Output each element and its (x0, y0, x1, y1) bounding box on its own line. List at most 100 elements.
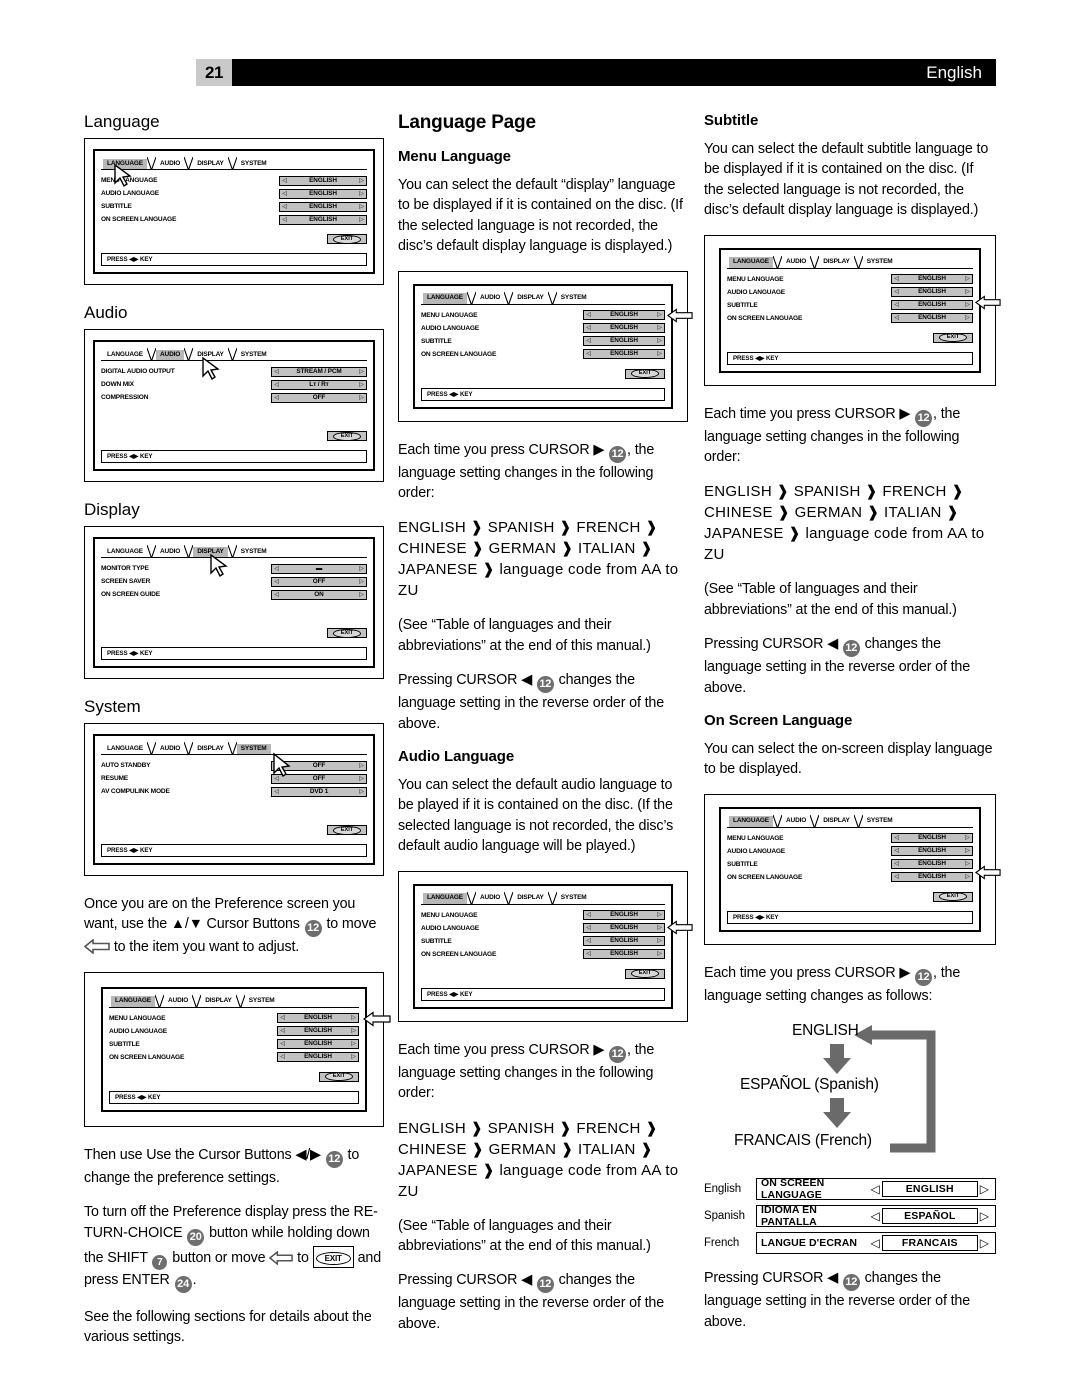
osd-row-field[interactable]: ◁ ENGLISH ▷ (279, 175, 367, 186)
osd-row-field[interactable]: ◁ ENGLISH ▷ (891, 287, 973, 298)
osd-row-field[interactable]: ◁ OFF ▷ (271, 760, 367, 771)
left-arrow-icon[interactable]: ◁ (273, 394, 280, 402)
left-arrow-icon[interactable]: ◁ (585, 950, 592, 958)
right-arrow-icon[interactable]: ▷ (978, 1210, 991, 1222)
right-arrow-icon[interactable]: ▷ (358, 591, 365, 599)
osd-exit-button[interactable]: EXIT (933, 891, 973, 902)
osd-exit-button[interactable]: EXIT (327, 431, 367, 441)
right-arrow-icon[interactable]: ▷ (350, 1027, 357, 1035)
osd-row-field[interactable]: ◁ OFF ▷ (271, 773, 367, 784)
left-arrow-icon[interactable]: ◁ (585, 324, 592, 332)
right-arrow-icon[interactable]: ▷ (656, 350, 663, 358)
osd-row[interactable]: SUBTITLE ◁ ENGLISH ▷ (727, 859, 973, 870)
osd-row-field[interactable]: ◁ OFF ▷ (271, 392, 367, 403)
left-arrow-icon[interactable]: ◁ (869, 1183, 882, 1195)
osd-row[interactable]: ON SCREEN LANGUAGE ◁ ENGLISH ▷ (421, 349, 665, 360)
osd-tab-audio[interactable]: AUDIO (782, 257, 810, 268)
osd-row-field[interactable]: ◁ ENGLISH ▷ (277, 1026, 359, 1037)
osd-tab-language[interactable]: LANGUAGE (103, 158, 147, 169)
osd-row[interactable]: ON SCREEN GUIDE ◁ ON ▷ (101, 589, 367, 600)
left-arrow-icon[interactable]: ◁ (273, 565, 280, 573)
osd-tab-display[interactable]: DISPLAY (819, 816, 854, 827)
osd-row-field[interactable]: ◁ ENGLISH ▷ (583, 310, 665, 321)
osd-row-field[interactable]: ◁ ENGLISH ▷ (891, 833, 973, 844)
left-arrow-icon[interactable]: ◁ (585, 911, 592, 919)
left-arrow-icon[interactable]: ◁ (893, 860, 900, 868)
right-arrow-icon[interactable]: ▷ (964, 275, 971, 283)
left-arrow-icon[interactable]: ◁ (893, 314, 900, 322)
osd-exit-button[interactable]: EXIT (319, 1071, 359, 1082)
right-arrow-icon[interactable]: ▷ (358, 762, 365, 770)
left-arrow-icon[interactable]: ◁ (273, 775, 280, 783)
osd-tab-system[interactable]: SYSTEM (237, 159, 271, 170)
osd-tab-language[interactable]: LANGUAGE (103, 350, 147, 361)
osd-tab-display[interactable]: DISPLAY (193, 159, 228, 170)
osd-tab-system[interactable]: SYSTEM (863, 257, 897, 268)
right-arrow-icon[interactable]: ▷ (964, 860, 971, 868)
osd-row[interactable]: MENU LANGUAGE ◁ ENGLISH ▷ (727, 274, 973, 285)
left-arrow-icon[interactable]: ◁ (585, 924, 592, 932)
osd-row-field[interactable]: ◁ Lт / Rт ▷ (271, 379, 367, 390)
right-arrow-icon[interactable]: ▷ (964, 873, 971, 881)
osd-row[interactable]: MENU LANGUAGE ◁ ENGLISH ▷ (421, 310, 665, 321)
osd-row[interactable]: AUDIO LANGUAGE ◁ ENGLISH ▷ (727, 846, 973, 857)
osd-row-field[interactable]: ◁ ENGLISH ▷ (891, 846, 973, 857)
osd-row[interactable]: DIGITAL AUDIO OUTPUT ◁ STREAM / PCM ▷ (101, 366, 367, 377)
osd-tab-audio[interactable]: AUDIO (156, 159, 184, 170)
osd-row-field[interactable]: ◁ ENGLISH ▷ (583, 949, 665, 960)
osd-row[interactable]: ON SCREEN LANGUAGE ◁ ENGLISH ▷ (421, 949, 665, 960)
osd-exit-button[interactable]: EXIT (933, 332, 973, 343)
osd-row-field[interactable]: ◁ ENGLISH ▷ (279, 188, 367, 199)
osd-row-field[interactable]: ◁ ENGLISH ▷ (891, 274, 973, 285)
osd-tab-audio[interactable]: AUDIO (156, 349, 185, 360)
right-arrow-icon[interactable]: ▷ (964, 834, 971, 842)
osd-row-field[interactable]: ◁ ENGLISH ▷ (583, 336, 665, 347)
osd-tab-language[interactable]: LANGUAGE (423, 293, 467, 304)
osd-tab-display[interactable]: DISPLAY (513, 293, 548, 304)
osd-row[interactable]: SUBTITLE ◁ ENGLISH ▷ (421, 336, 665, 347)
osd-row-field[interactable]: ON SCREEN LANGUAGE ◁ ENGLISH ▷ (756, 1177, 996, 1201)
osd-exit-button[interactable]: EXIT (327, 825, 367, 835)
right-arrow-icon[interactable]: ▷ (358, 381, 365, 389)
osd-row-field[interactable]: ◁ ENGLISH ▷ (277, 1013, 359, 1024)
right-arrow-icon[interactable]: ▷ (656, 337, 663, 345)
right-arrow-icon[interactable]: ▷ (358, 216, 365, 224)
osd-tab-language[interactable]: LANGUAGE (111, 996, 155, 1007)
left-arrow-icon[interactable]: ◁ (281, 177, 288, 185)
left-arrow-icon[interactable]: ◁ (279, 1040, 286, 1048)
osd-row[interactable]: SCREEN SAVER ◁ OFF ▷ (101, 576, 367, 587)
osd-row[interactable]: AUTO STANDBY ◁ OFF ▷ (101, 760, 367, 771)
exit-button-inline[interactable]: EXIT (312, 1245, 354, 1269)
osd-tab-language[interactable]: LANGUAGE (103, 744, 147, 755)
left-arrow-icon[interactable]: ◁ (273, 578, 280, 586)
osd-tab-language[interactable]: LANGUAGE (423, 893, 467, 904)
right-arrow-icon[interactable]: ▷ (656, 911, 663, 919)
left-arrow-icon[interactable]: ◁ (585, 311, 592, 319)
osd-row-field[interactable]: ◁ ENGLISH ▷ (891, 872, 973, 883)
right-arrow-icon[interactable]: ▷ (358, 394, 365, 402)
right-arrow-icon[interactable]: ▷ (656, 950, 663, 958)
left-arrow-icon[interactable]: ◁ (273, 762, 280, 770)
left-arrow-icon[interactable]: ◁ (869, 1210, 882, 1222)
osd-row-field[interactable]: LANGUE D'ECRAN ◁ FRANCAIS ▷ (756, 1232, 996, 1255)
osd-tab-system[interactable]: SYSTEM (557, 293, 591, 304)
osd-row-field[interactable]: ◁ ENGLISH ▷ (891, 859, 973, 870)
osd-row-field[interactable]: ◁ ENGLISH ▷ (279, 214, 367, 225)
left-arrow-icon[interactable]: ◁ (273, 368, 280, 376)
osd-row-field[interactable]: ◁ ENGLISH ▷ (277, 1052, 359, 1063)
osd-tab-display[interactable]: DISPLAY (193, 744, 228, 755)
osd-row[interactable]: AV COMPULINK MODE ◁ DVD 1 ▷ (101, 786, 367, 797)
osd-row[interactable]: RESUME ◁ OFF ▷ (101, 773, 367, 784)
osd-row-field[interactable]: ◁ ON ▷ (271, 589, 367, 600)
osd-row[interactable]: SUBTITLE ◁ ENGLISH ▷ (109, 1039, 359, 1050)
osd-tab-audio[interactable]: AUDIO (782, 816, 810, 827)
left-arrow-icon[interactable]: ◁ (585, 350, 592, 358)
osd-row-field[interactable]: ◁ ENGLISH ▷ (891, 300, 973, 311)
right-arrow-icon[interactable]: ▷ (656, 924, 663, 932)
osd-row[interactable]: ON SCREEN LANGUAGE ◁ ENGLISH ▷ (109, 1052, 359, 1063)
left-arrow-icon[interactable]: ◁ (279, 1053, 286, 1061)
osd-tab-display[interactable]: DISPLAY (819, 257, 854, 268)
left-arrow-icon[interactable]: ◁ (273, 591, 280, 599)
osd-tab-display[interactable]: DISPLAY (201, 996, 236, 1007)
osd-row[interactable]: AUDIO LANGUAGE ◁ ENGLISH ▷ (727, 287, 973, 298)
